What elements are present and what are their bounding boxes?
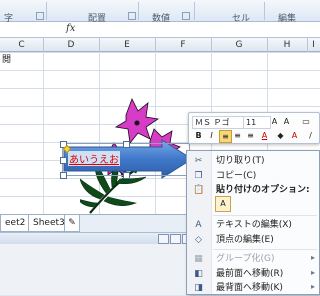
align-center-button[interactable]: ≡ — [232, 130, 243, 141]
shrink-font-icon[interactable]: A — [281, 116, 292, 127]
outline-color-button[interactable]: / — [305, 130, 316, 141]
column-header-c[interactable]: C — [0, 38, 44, 52]
align-right-button[interactable]: ≡ — [245, 130, 256, 141]
menu-item-label: 最背面へ移動(K) — [216, 283, 283, 293]
menu-item-label: グループ化(G) — [216, 254, 275, 264]
column-header-e[interactable]: E — [99, 38, 156, 52]
menu-item-paste-options: 📋 貼り付けのオプション: — [187, 183, 319, 198]
menu-separator — [213, 215, 317, 216]
send-back-icon: ◨ — [194, 283, 203, 293]
font-color-button[interactable]: A — [259, 130, 270, 141]
ribbon-separator — [194, 2, 195, 20]
menu-item-label: 頂点の編集(E) — [216, 235, 274, 245]
font-size-box[interactable]: 11 — [243, 116, 271, 129]
sheet-tab-sheet2[interactable]: eet2 — [0, 215, 31, 232]
paste-option-icon[interactable]: A — [215, 196, 231, 212]
text-edit-icon: A — [195, 220, 202, 230]
fill-color-icon[interactable]: ◆ — [275, 130, 286, 141]
column-header-i[interactable]: I — [307, 38, 320, 52]
column-header-f[interactable]: F — [155, 38, 212, 52]
menu-item-bring-to-front[interactable]: ◧ 最前面へ移動(R) ▸ — [187, 267, 319, 282]
font-dialog-launcher-icon[interactable] — [36, 12, 44, 20]
bold-button[interactable]: B — [193, 130, 204, 141]
normal-view-icon[interactable] — [158, 234, 169, 244]
alignment-dialog-launcher-icon[interactable] — [128, 12, 136, 20]
italic-button[interactable]: I — [206, 130, 217, 141]
copy-icon: ❐ — [194, 171, 203, 181]
submenu-arrow-icon: ▸ — [310, 253, 315, 262]
font-name-box[interactable]: ＭＳ Ｐゴ — [192, 116, 246, 129]
menu-item-label: コピー(C) — [216, 171, 257, 181]
menu-item-cut[interactable]: ✂ 切り取り(T) — [187, 154, 319, 169]
formula-bar[interactable] — [0, 22, 320, 38]
group-icon: ▦ — [194, 254, 203, 264]
grow-font-icon[interactable]: A — [269, 116, 280, 127]
resize-handle[interactable] — [123, 172, 130, 179]
menu-item-group[interactable]: ▦ グループ化(G) ▸ — [187, 252, 319, 267]
shape-style-icon[interactable]: ▭ — [295, 116, 317, 127]
context-menu: ✂ 切り取り(T) ❐ コピー(C) 📋 貼り付けのオプション: A A テキス… — [186, 150, 320, 295]
submenu-arrow-icon: ▸ — [310, 268, 315, 277]
column-header-d[interactable]: D — [43, 38, 100, 52]
menu-item-edit-points[interactable]: ◇ 頂点の編集(E) — [187, 233, 319, 248]
new-sheet-icon[interactable]: ✎ — [64, 215, 80, 232]
menu-item-edit-text[interactable]: A テキストの編集(X) — [187, 218, 319, 233]
paste-icon: 📋 — [193, 185, 205, 195]
shape-text[interactable]: あいうえお — [68, 151, 120, 166]
number-dialog-launcher-icon[interactable] — [182, 12, 190, 20]
menu-item-label: 切り取り(T) — [216, 156, 265, 166]
column-header-h[interactable]: H — [267, 38, 308, 52]
menu-item-copy[interactable]: ❐ コピー(C) — [187, 169, 319, 184]
cell-text[interactable]: 閲 — [2, 52, 11, 65]
resize-handle[interactable] — [123, 141, 130, 148]
text-highlight-button[interactable]: A — [289, 130, 300, 141]
menu-item-label: テキストの編集(X) — [216, 220, 292, 230]
column-header-g[interactable]: G — [211, 38, 268, 52]
column-header-row: C D E F G H I — [0, 38, 320, 52]
scissors-icon: ✂ — [194, 156, 203, 166]
edit-points-icon: ◇ — [195, 235, 202, 245]
mini-toolbar: ＭＳ Ｐゴ 11 A A ▭ B I ≡ ≡ ≡ A ◆ A / — [188, 112, 320, 144]
submenu-arrow-icon: ▸ — [310, 282, 315, 291]
ribbon: 字 配置 数値 セル 編集 — [0, 0, 320, 24]
ribbon-separator — [138, 2, 139, 20]
menu-separator — [213, 249, 317, 250]
ribbon-separator — [46, 2, 47, 20]
page-layout-view-icon[interactable] — [170, 234, 181, 244]
ribbon-separator — [264, 2, 265, 20]
bring-front-icon: ◧ — [194, 269, 203, 279]
resize-handle[interactable] — [60, 157, 67, 164]
menu-item-send-to-back[interactable]: ◨ 最背面へ移動(K) ▸ — [187, 281, 319, 296]
menu-item-label: 最前面へ移動(R) — [216, 269, 284, 279]
resize-handle[interactable] — [60, 172, 67, 179]
align-left-button[interactable]: ≡ — [219, 130, 232, 143]
function-icon[interactable]: fx — [66, 23, 75, 34]
